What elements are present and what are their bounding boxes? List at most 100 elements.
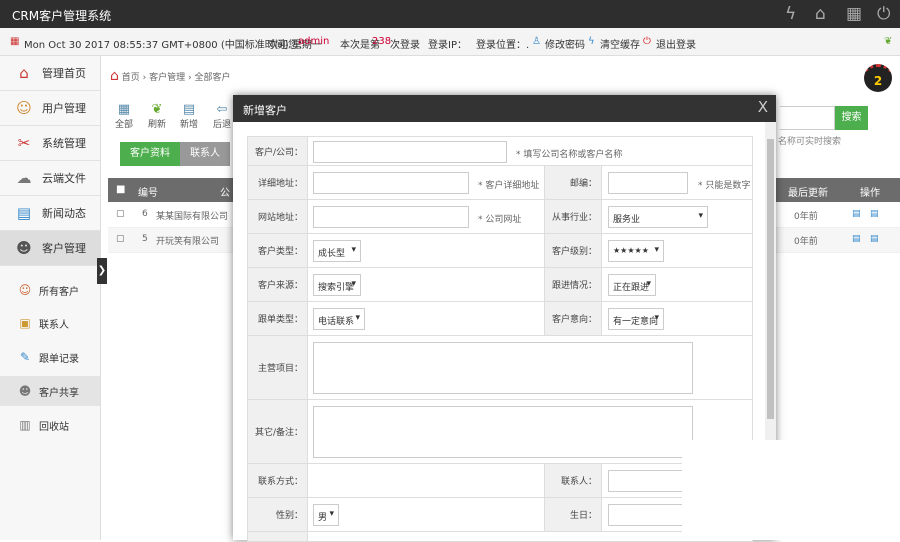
toolbar-all[interactable]: ▦ 全部	[113, 102, 135, 130]
sidebar-sub-followups[interactable]: ✎ 跟单记录	[0, 342, 100, 372]
sub-label: 跟单记录	[39, 353, 79, 365]
search-hint: 名称可实时搜索	[778, 137, 842, 147]
company-label: 客户/公司：	[248, 137, 308, 165]
sidebar-toggle[interactable]: ❯	[97, 258, 107, 284]
contact-label: 联系人：	[544, 464, 602, 497]
toolbar-label: 刷新	[147, 120, 166, 130]
sub-label: 客户共享	[39, 387, 79, 399]
address-input[interactable]	[313, 172, 469, 194]
home-icon[interactable]: ⌂	[815, 4, 826, 24]
notification-badge[interactable]: 2	[864, 64, 892, 92]
trash-icon: ▥	[19, 418, 31, 432]
company-hint: * 填写公司名称或客户名称	[516, 150, 623, 160]
website-hint: * 公司网址	[478, 215, 522, 225]
sidebar-sub-all-customers[interactable]: ☺ 所有客户	[0, 275, 100, 305]
cloud-icon: ☁	[16, 169, 32, 187]
row-name[interactable]: 某某国际有限公司	[156, 209, 228, 222]
business-label: 主营项目：	[248, 336, 308, 399]
leaf-icon[interactable]: ❦	[884, 36, 892, 47]
tab-customer-info[interactable]: 客户资料	[120, 142, 180, 166]
remark-textarea[interactable]	[313, 406, 693, 458]
search-button[interactable]: 搜索	[835, 106, 868, 130]
share-icon: ☻	[18, 384, 32, 398]
home-icon: ⌂	[110, 68, 119, 84]
breadcrumb-customers[interactable]: 客户管理	[149, 73, 185, 83]
toolbar-label: 新增	[179, 120, 198, 130]
top-bar: CRM客户管理系统 ϟ ⌂ ▦ ⏻	[0, 0, 900, 28]
toolbar-back[interactable]: ⇦ 后退	[211, 102, 233, 130]
login-ip: 登录IP：	[428, 40, 467, 51]
power-icon[interactable]: ⏻	[877, 4, 890, 24]
sidebar-item-label: 新闻动态	[42, 207, 86, 220]
followtype-label: 跟单类型：	[248, 302, 308, 335]
logout-link[interactable]: 退出登录	[656, 36, 696, 51]
business-textarea[interactable]	[313, 342, 693, 394]
followtype-select[interactable]: 电话联系	[313, 308, 365, 330]
tab-contacts[interactable]: 联系人	[180, 142, 230, 166]
edit-icon[interactable]: ▤	[852, 234, 861, 244]
delete-icon[interactable]: ▤	[870, 234, 879, 244]
refresh-icon[interactable]: ϟ	[785, 4, 796, 24]
scroll-thumb[interactable]	[767, 139, 774, 419]
breadcrumb-home[interactable]: 首页	[122, 73, 140, 83]
sidebar-sub-shared[interactable]: ☻ 客户共享	[0, 376, 100, 406]
login-count: 238	[372, 36, 392, 47]
refresh-icon: ❦	[151, 102, 163, 117]
row-updated: 0年前	[794, 237, 818, 247]
gender-select[interactable]: 男	[313, 504, 339, 526]
sidebar-sub-recycle[interactable]: ▥ 回收站	[0, 410, 100, 440]
source-select[interactable]: 搜索引擎	[313, 274, 361, 296]
close-button[interactable]: X	[758, 98, 768, 116]
website-input[interactable]	[313, 206, 469, 228]
toolbar-label: 后退	[212, 120, 231, 130]
progress-select[interactable]: 正在跟进	[608, 274, 656, 296]
sidebar-item-customers[interactable]: ☻ 客户管理	[0, 231, 100, 266]
search-input[interactable]	[780, 106, 835, 130]
sidebar-item-cloud[interactable]: ☁ 云端文件	[0, 161, 100, 196]
edit-icon: ✎	[19, 350, 31, 364]
toolbar-refresh[interactable]: ❦ 刷新	[146, 102, 168, 130]
toolbar-label: 全部	[114, 120, 133, 130]
tools-icon: ✂	[17, 134, 31, 152]
user-icon: ☺	[16, 99, 32, 117]
grid-icon[interactable]: ▦	[846, 4, 862, 24]
col-actions: 操作	[860, 188, 880, 199]
row-checkbox[interactable]: ▢	[116, 209, 125, 219]
row-checkbox[interactable]: ▢	[116, 234, 125, 244]
clear-icon: ϟ	[588, 36, 595, 47]
birthday-label: 生日：	[544, 498, 602, 531]
edit-icon[interactable]: ▤	[852, 209, 861, 219]
row-name[interactable]: 开玩笑有限公司	[156, 234, 219, 247]
level-select[interactable]: ★★★★★	[608, 240, 664, 262]
website-label: 网站地址：	[248, 200, 308, 233]
change-password-link[interactable]: 修改密码	[545, 36, 585, 51]
company-input[interactable]	[313, 141, 507, 163]
intent-label: 客户意向：	[544, 302, 602, 335]
toolbar-new[interactable]: ▤ 新增	[178, 102, 200, 130]
sidebar-item-system[interactable]: ✂ 系统管理	[0, 126, 100, 161]
news-icon: ▤	[16, 204, 32, 222]
row-updated: 0年前	[794, 212, 818, 222]
select-all-checkbox[interactable]: ■	[116, 184, 125, 195]
home-icon: ⌂	[19, 64, 29, 82]
type-select[interactable]: 成长型	[313, 240, 361, 262]
form-row-partial	[247, 532, 753, 542]
sidebar-sub-contacts[interactable]: ▣ 联系人	[0, 308, 100, 338]
form-row-address: 详细地址： * 客户详细地址 邮编： * 只能是数字	[247, 166, 753, 200]
delete-icon[interactable]: ▤	[870, 209, 879, 219]
modal-header: 新增客户 X	[233, 95, 776, 122]
sidebar-item-news[interactable]: ▤ 新闻动态	[0, 196, 100, 231]
calendar-icon: ▦	[10, 36, 20, 47]
form-row-contact: 联系方式： 联系人：	[247, 464, 753, 498]
sidebar-item-label: 客户管理	[42, 242, 86, 255]
zip-input[interactable]	[608, 172, 688, 194]
address-hint: * 客户详细地址	[478, 181, 540, 191]
zip-label: 邮编：	[544, 166, 602, 199]
sidebar-item-home[interactable]: ⌂ 管理首页	[0, 56, 100, 91]
col-company: 公	[220, 188, 230, 199]
intent-select[interactable]: 有一定意向	[608, 308, 664, 330]
industry-select[interactable]: 服务业	[608, 206, 708, 228]
sub-label: 所有客户	[39, 286, 79, 298]
sidebar-item-users[interactable]: ☺ 用户管理	[0, 91, 100, 126]
clear-cache-link[interactable]: 清空缓存	[600, 36, 640, 51]
